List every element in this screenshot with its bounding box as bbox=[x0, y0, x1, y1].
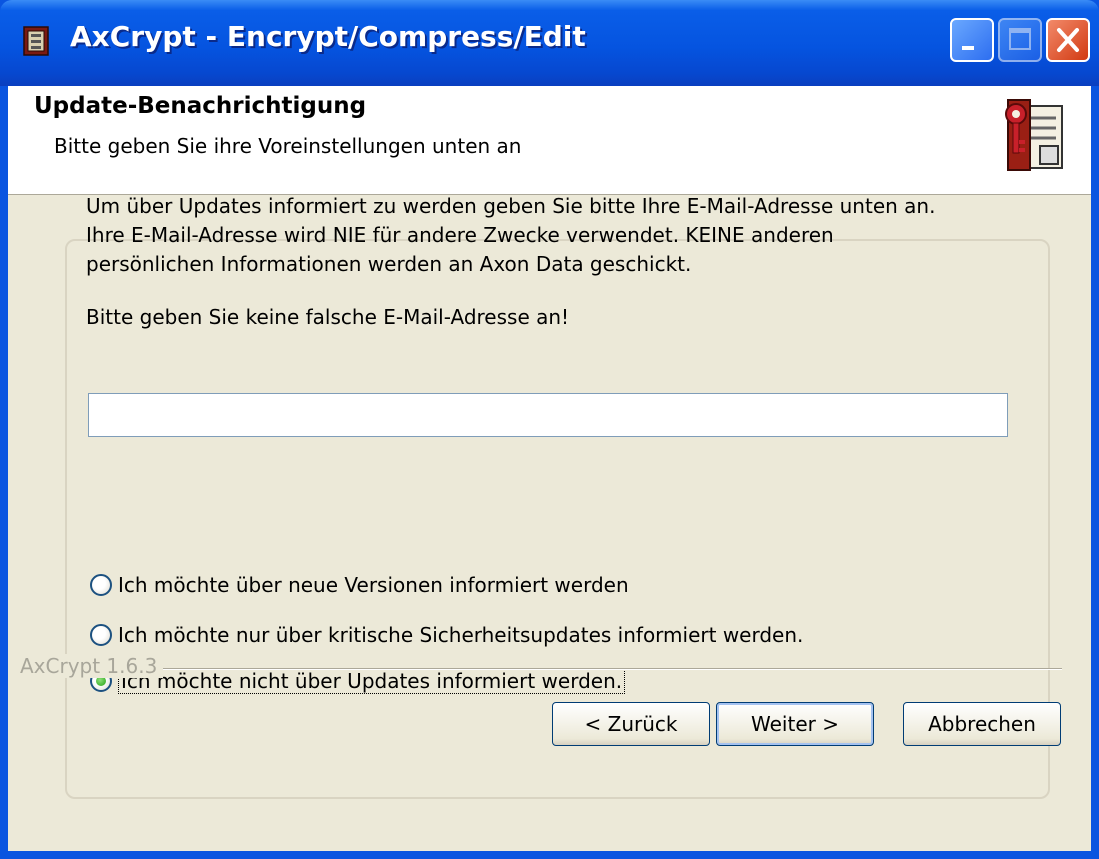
page-title: Update-Benachrichtigung bbox=[34, 93, 367, 119]
option-label: Ich möchte über neue Versionen informier… bbox=[118, 573, 629, 597]
cancel-button[interactable]: Abbrechen bbox=[903, 702, 1061, 746]
radio-button[interactable] bbox=[90, 574, 112, 596]
option-new-versions[interactable]: Ich möchte über neue Versionen informier… bbox=[90, 573, 629, 597]
close-button[interactable] bbox=[1046, 18, 1090, 62]
title-bar[interactable]: AxCrypt - Encrypt/Compress/Edit bbox=[0, 0, 1099, 86]
safe-icon bbox=[23, 26, 49, 56]
option-label: Ich möchte nur über kritische Sicherheit… bbox=[118, 623, 804, 647]
option-security-updates[interactable]: Ich möchte nur über kritische Sicherheit… bbox=[90, 623, 803, 647]
radio-button[interactable] bbox=[90, 624, 112, 646]
option-no-updates[interactable]: Ich möchte nicht über Updates informiert… bbox=[90, 668, 626, 694]
version-label: AxCrypt 1.6.3 bbox=[20, 654, 164, 678]
option-label: Ich möchte nicht über Updates informiert… bbox=[118, 668, 626, 694]
email-field[interactable] bbox=[88, 393, 1008, 437]
back-button[interactable]: < Zurück bbox=[552, 702, 710, 746]
warning-text: Bitte geben Sie keine falsche E-Mail-Adr… bbox=[86, 305, 570, 329]
description-text: Um über Updates informiert zu werden geb… bbox=[86, 194, 936, 276]
minimize-icon bbox=[962, 46, 974, 50]
key-document-icon bbox=[1005, 99, 1063, 171]
window-title: AxCrypt - Encrypt/Compress/Edit bbox=[70, 20, 586, 53]
dialog-window: AxCrypt - Encrypt/Compress/Edit Update-B… bbox=[0, 0, 1099, 859]
maximize-icon bbox=[1009, 28, 1031, 50]
wizard-header: Update-Benachrichtigung Bitte geben Sie … bbox=[8, 86, 1091, 195]
maximize-button[interactable] bbox=[998, 18, 1042, 62]
minimize-button[interactable] bbox=[950, 18, 994, 62]
page-subtitle: Bitte geben Sie ihre Voreinstellungen un… bbox=[54, 134, 522, 158]
close-icon bbox=[1057, 28, 1079, 52]
footer-divider bbox=[20, 668, 1062, 670]
next-button[interactable]: Weiter > bbox=[716, 702, 874, 746]
